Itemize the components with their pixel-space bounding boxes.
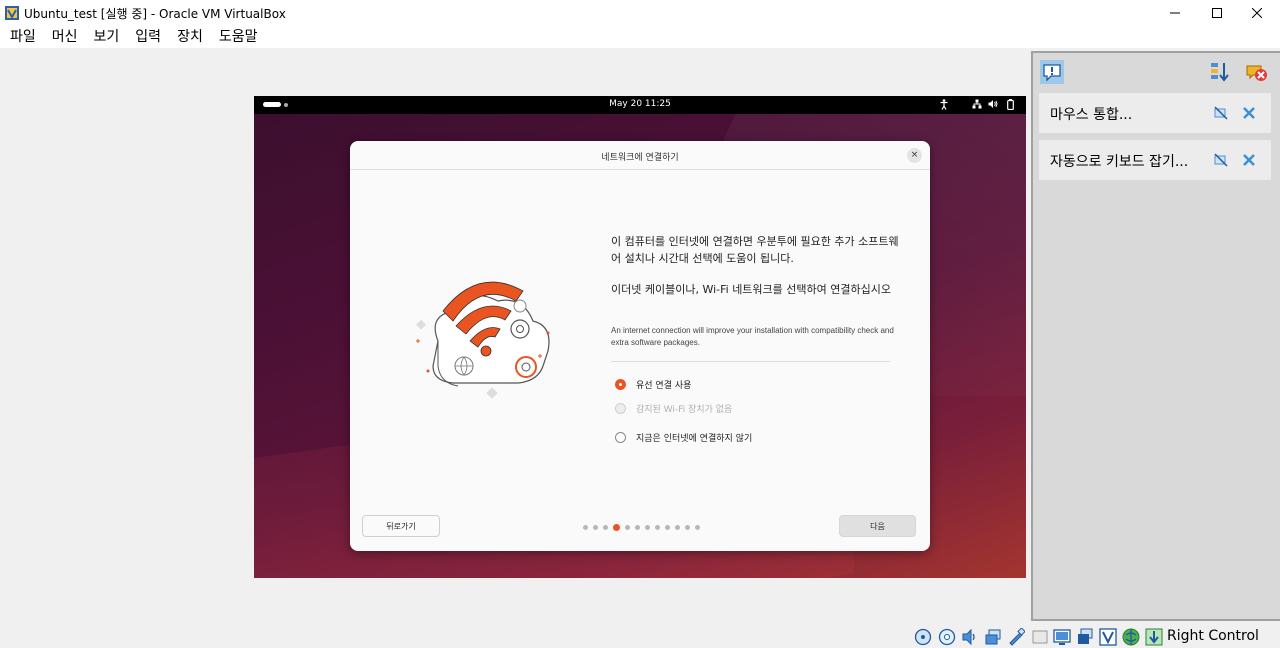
page-dot <box>655 524 660 530</box>
notification-card-keyboard[interactable]: 자동으로 키보드 잡기... <box>1039 140 1271 180</box>
page-dot-active <box>613 523 620 531</box>
menu-file[interactable]: 파일 <box>4 26 42 48</box>
menu-input[interactable]: 입력 <box>129 26 167 48</box>
page-dot <box>685 524 690 530</box>
page-dot <box>603 524 608 530</box>
close-icon <box>1252 8 1262 18</box>
option-label: 지금은 인터넷에 연결하지 않기 <box>636 434 753 444</box>
optical-drive-icon[interactable] <box>938 628 956 646</box>
radio-button[interactable] <box>615 432 626 443</box>
guest-screen[interactable]: May 20 11:25 네트워크에 연결하기 × 이 컴퓨터를 인터넷에 연결… <box>254 96 1026 578</box>
wifi-cloud-illustration <box>416 281 550 399</box>
close-notification-icon[interactable] <box>1241 152 1257 168</box>
menu-machine[interactable]: 머신 <box>46 26 84 48</box>
dialog-close-button[interactable]: × <box>907 148 922 163</box>
network-adapter-icon[interactable] <box>984 628 1002 646</box>
notification-card-mouse[interactable]: 마우스 통합... <box>1039 93 1271 133</box>
virtualization-icon[interactable] <box>1099 628 1117 646</box>
audio-icon[interactable] <box>961 628 979 646</box>
mouse-integration-icon[interactable] <box>1122 628 1140 646</box>
window-title: Ubuntu_test [실행 중] - Oracle VM VirtualBo… <box>24 7 286 21</box>
notification-center: 마우스 통합... 자동으로 키보드 잡기... <box>1031 51 1280 621</box>
maximize-icon <box>1212 8 1222 18</box>
host-key-label: Right Control <box>1167 628 1259 644</box>
hard-disk-icon[interactable] <box>914 628 932 646</box>
page-dot <box>625 524 630 530</box>
page-dot <box>695 524 700 530</box>
intro-paragraph: 이 컴퓨터를 인터넷에 연결하면 우분투에 필요한 추가 소프트웨어 설치나 시… <box>611 235 899 265</box>
notification-text: 마우스 통합... <box>1050 107 1133 123</box>
option-label: 감지된 Wi-Fi 장치가 없음 <box>636 405 733 415</box>
next-button[interactable]: 다음 <box>839 515 916 537</box>
back-button[interactable]: 뒤로가기 <box>362 515 440 537</box>
divider <box>611 361 890 362</box>
dismiss-all-icon[interactable] <box>1244 60 1268 84</box>
notification-text: 자동으로 키보드 잡기... <box>1050 154 1189 170</box>
notification-icon[interactable] <box>1040 60 1064 84</box>
volume-icon[interactable] <box>988 99 998 109</box>
option-wired[interactable]: 유선 연결 사용 <box>615 378 691 391</box>
virtualbox-icon <box>5 6 19 20</box>
keyboard-capture-icon[interactable] <box>1145 628 1163 646</box>
recording-icon[interactable] <box>1076 628 1094 646</box>
clock[interactable]: May 20 11:25 <box>254 99 1026 109</box>
radio-button <box>615 403 626 414</box>
dialog-header: 네트워크에 연결하기 × <box>350 141 930 170</box>
menu-view[interactable]: 보기 <box>88 26 126 48</box>
do-not-show-again-icon[interactable] <box>1213 152 1229 168</box>
page-dot <box>665 524 670 530</box>
option-no-internet[interactable]: 지금은 인터넷에 연결하지 않기 <box>615 431 752 444</box>
close-notification-icon[interactable] <box>1241 105 1257 121</box>
title-bar: Ubuntu_test [실행 중] - Oracle VM VirtualBo… <box>0 0 1280 26</box>
do-not-show-again-icon[interactable] <box>1213 105 1229 121</box>
radio-button[interactable] <box>615 379 626 390</box>
network-icon[interactable] <box>972 99 982 109</box>
option-wifi: 감지된 Wi-Fi 장치가 없음 <box>615 402 732 415</box>
menu-help[interactable]: 도움말 <box>213 26 264 48</box>
accessibility-icon[interactable] <box>940 99 948 110</box>
menu-devices[interactable]: 장치 <box>171 26 209 48</box>
display-icon[interactable] <box>1053 628 1071 646</box>
page-dot <box>675 524 680 530</box>
shared-folders-icon[interactable] <box>1031 628 1049 646</box>
page-dot <box>645 524 650 530</box>
page-dot <box>635 524 640 530</box>
close-button[interactable] <box>1234 0 1280 26</box>
status-bar: Right Control <box>0 624 1280 648</box>
page-dot <box>583 524 588 530</box>
note-paragraph: An internet connection will improve your… <box>611 326 894 347</box>
page-dot <box>593 524 598 530</box>
connect-network-dialog: 네트워크에 연결하기 × 이 컴퓨터를 인터넷에 연결하면 우분투에 필요한 추… <box>350 141 930 551</box>
minimize-icon <box>1170 12 1180 14</box>
dialog-title: 네트워크에 연결하기 <box>601 153 679 163</box>
usb-icon[interactable] <box>1007 628 1025 646</box>
page-indicator <box>583 523 705 531</box>
instruction-paragraph: 이더넷 케이블이나, Wi-Fi 네트워크를 선택하여 연결하십시오 <box>611 283 891 296</box>
option-label: 유선 연결 사용 <box>636 381 692 391</box>
minimize-button[interactable] <box>1152 0 1198 26</box>
gnome-top-bar: May 20 11:25 <box>254 96 1026 114</box>
battery-icon[interactable] <box>1007 99 1014 110</box>
sort-notifications-icon[interactable] <box>1208 60 1232 84</box>
menu-bar: 파일 머신 보기 입력 장치 도움말 <box>0 26 1280 48</box>
